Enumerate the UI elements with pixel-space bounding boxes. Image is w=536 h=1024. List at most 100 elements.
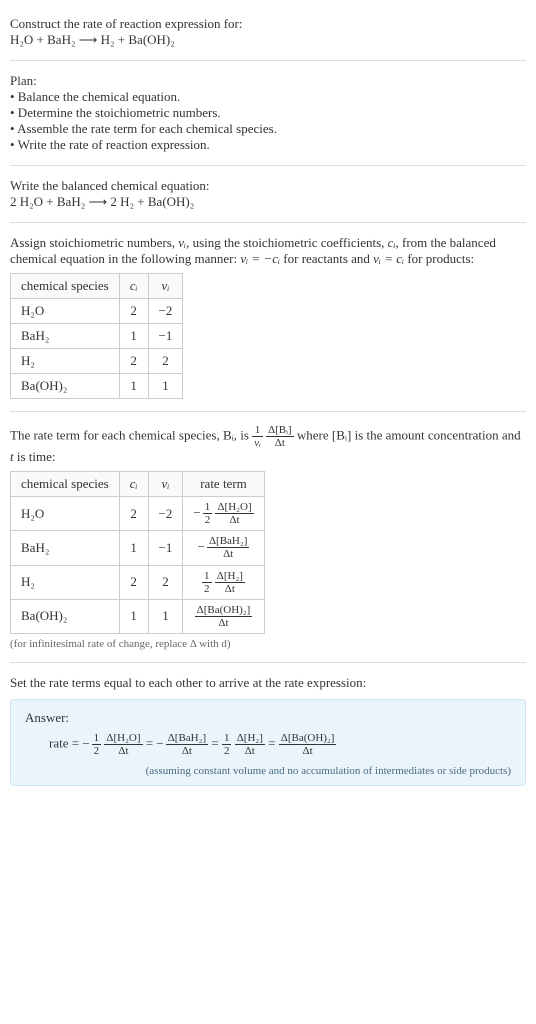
equals-sign: = [211,736,222,751]
cell-species: H₂O [11,497,120,531]
minus-sign: − [156,736,163,751]
divider [10,222,526,223]
rate-intro-1: The rate term for each chemical species, [10,428,223,443]
cell-species: Ba(OH)₂ [11,374,120,399]
balanced-section: Write the balanced chemical equation: 2 … [10,170,526,218]
answer-box: Answer: rate = −12 Δ[H₂O]Δt = −Δ[BaH₂]Δt… [10,699,526,786]
delta-frac: Δ[H₂]Δt [215,570,245,595]
frac-num: 1 [222,732,232,745]
equals-sign: = [268,736,279,751]
rate-expression: rate = −12 Δ[H₂O]Δt = −Δ[BaH₂]Δt = 12 Δ[… [25,732,511,757]
divider [10,662,526,663]
frac-num: Δ[H₂O] [104,732,142,745]
table-row: BaH₂ 1 −1 −Δ[BaH₂]Δt [11,531,265,565]
cell-rate-term: Δ[Ba(OH)₂]Δt [183,599,264,633]
coef-frac: 12 [202,570,212,595]
frac-den: Δt [104,745,142,757]
plan-bullet-3: • Assemble the rate term for each chemic… [10,121,526,137]
cell-ci: 1 [119,599,148,633]
c-i-symbol: cᵢ [388,235,396,250]
col-ci: cᵢ [119,472,148,497]
table-row: BaH₂ 1 −1 [11,324,183,349]
col-nui: νᵢ [148,472,183,497]
rate-term-section: The rate term for each chemical species,… [10,416,526,658]
plan-title: Plan: [10,73,526,89]
frac-den: Δt [279,745,337,757]
frac-den: Δt [215,514,253,526]
cell-nui: −2 [148,299,183,324]
plan-bullet-1: • Balance the chemical equation. [10,89,526,105]
delta-frac: Δ[BaH₂]Δt [166,732,208,757]
cell-nui: −1 [148,531,183,565]
cell-ci: 2 [119,497,148,531]
table-row: H₂ 2 2 12 Δ[H₂]Δt [11,565,265,599]
delta-b-over-t: Δ[Bᵢ] Δt [266,424,294,449]
col-species: chemical species [11,472,120,497]
prompt-header: Construct the rate of reaction expressio… [10,8,526,56]
frac-num: Δ[Bᵢ] [266,424,294,437]
table-row: Ba(OH)₂ 1 1 Δ[Ba(OH)₂]Δt [11,599,265,633]
minus-sign: − [198,539,205,554]
cell-nui: −1 [148,324,183,349]
cell-species: H₂ [11,349,120,374]
rate-intro-4: is time: [14,449,56,464]
frac-num: Δ[BaH₂] [207,535,249,548]
frac-den: Δt [215,583,245,595]
set-equal-text: Set the rate terms equal to each other t… [10,675,526,691]
delta-frac: Δ[Ba(OH)₂]Δt [195,604,253,629]
stoich-text-5: for products: [404,251,474,266]
frac-den: 2 [92,745,102,757]
cell-rate-term: 12 Δ[H₂]Δt [183,565,264,599]
bi-symbol: Bᵢ [223,428,234,443]
delta-frac: Δ[H₂O]Δt [104,732,142,757]
frac-num: 1 [92,732,102,745]
coef-frac: 12 [222,732,232,757]
col-species: chemical species [11,274,120,299]
assumption-note: (assuming constant volume and no accumul… [25,765,511,777]
cell-ci: 2 [119,565,148,599]
col-nui: νᵢ [148,274,183,299]
cell-nui: 2 [148,349,183,374]
rate-intro-3: where [Bᵢ] is the amount concentration a… [297,428,521,443]
answer-label: Answer: [25,710,511,726]
frac-num: 1 [252,424,263,437]
cell-rate-term: −12 Δ[H₂O]Δt [183,497,264,531]
plan-bullet-4: • Write the rate of reaction expression. [10,137,526,153]
frac-den: νᵢ [252,437,263,449]
product-relation: νᵢ = cᵢ [373,251,404,266]
delta-frac: Δ[BaH₂]Δt [207,535,249,560]
cell-species: H₂ [11,565,120,599]
infinitesimal-note: (for infinitesimal rate of change, repla… [10,638,526,650]
frac-num: Δ[Ba(OH)₂] [195,604,253,617]
coef-frac: 12 [203,501,213,526]
stoich-text-4: for reactants and [280,251,373,266]
frac-num: Δ[H₂O] [215,501,253,514]
frac-den: Δt [266,437,294,449]
frac-num: Δ[BaH₂] [166,732,208,745]
balanced-equation: 2 H₂O + BaH₂ ⟶ 2 H₂ + Ba(OH)₂ [10,194,526,210]
cell-species: H₂O [11,299,120,324]
table-row: chemical species cᵢ νᵢ rate term [11,472,265,497]
frac-num: Δ[H₂] [215,570,245,583]
table-row: H₂O 2 −2 [11,299,183,324]
frac-num: Δ[Ba(OH)₂] [279,732,337,745]
stoich-text-2: , using the stoichiometric coefficients, [186,235,388,250]
frac-den: 2 [202,583,212,595]
frac-num: 1 [202,570,212,583]
delta-frac: Δ[H₂O]Δt [215,501,253,526]
delta-frac: Δ[H₂]Δt [235,732,265,757]
divider [10,165,526,166]
cell-species: BaH₂ [11,531,120,565]
balanced-title: Write the balanced chemical equation: [10,178,526,194]
cell-ci: 1 [119,531,148,565]
cell-ci: 1 [119,374,148,399]
col-rate-term: rate term [183,472,264,497]
table-row: H₂O 2 −2 −12 Δ[H₂O]Δt [11,497,265,531]
minus-sign: − [82,736,89,751]
frac-den: Δt [166,745,208,757]
frac-den: Δt [207,548,249,560]
plan-bullet-2: • Determine the stoichiometric numbers. [10,105,526,121]
col-ci: cᵢ [119,274,148,299]
cell-ci: 2 [119,349,148,374]
rate-intro-2: , is [234,428,252,443]
